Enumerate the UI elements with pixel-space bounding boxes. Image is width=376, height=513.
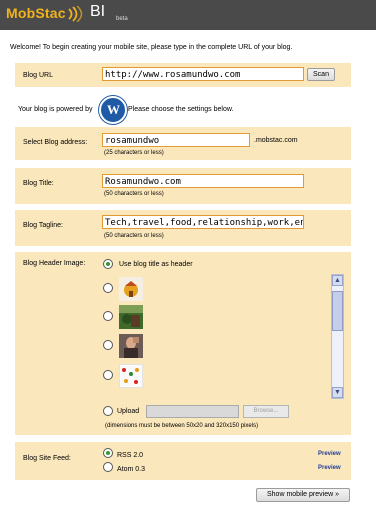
upload-label: Upload — [117, 408, 140, 415]
radio-image-3[interactable] — [103, 340, 113, 350]
title-hint: (50 characters or less) — [104, 191, 164, 197]
blog-url-label: Blog URL — [23, 72, 53, 79]
header-thumbnail-1[interactable] — [119, 277, 143, 301]
address-hint: (25 characters or less) — [104, 150, 164, 156]
blog-tagline-input[interactable]: Tech,travel,food,relationship,work,envir… — [102, 215, 304, 229]
scroll-thumb[interactable] — [332, 291, 343, 331]
preview-rss-link[interactable]: Preview — [318, 451, 341, 457]
site-feed-label: Blog Site Feed: — [23, 455, 71, 462]
powered-by-text: Your blog is powered by — [18, 106, 93, 113]
settings-instruction: Please choose the settings below. — [128, 106, 234, 113]
blog-url-input[interactable]: http://www.rosamundwo.com — [102, 67, 304, 81]
blog-tagline-row: Blog Tagline: Tech,travel,food,relations… — [15, 210, 351, 246]
wordpress-icon: W — [99, 96, 127, 124]
preview-atom-link[interactable]: Preview — [318, 465, 341, 471]
radio-rss[interactable] — [103, 448, 113, 458]
blog-title-label: Blog Title: — [23, 180, 54, 187]
blog-address-label: Select Blog address: — [23, 139, 88, 146]
blog-address-input[interactable]: rosamundwo — [102, 133, 250, 147]
radio-atom[interactable] — [103, 462, 113, 472]
radio-image-1[interactable] — [103, 283, 113, 293]
tagline-hint: (50 characters or less) — [104, 233, 164, 239]
app-header: MobStac BI beta — [0, 0, 376, 30]
domain-suffix: .mobstac.com — [254, 137, 298, 144]
header-thumbnail-2[interactable] — [119, 305, 143, 329]
signal-waves-icon — [68, 6, 83, 22]
blog-address-row: Select Blog address: rosamundwo .mobstac… — [15, 127, 351, 160]
blog-tagline-label: Blog Tagline: — [23, 222, 63, 229]
radio-image-4[interactable] — [103, 370, 113, 380]
blog-url-row: Blog URL http://www.rosamundwo.com Scan — [15, 63, 351, 87]
scan-button[interactable]: Scan — [307, 68, 335, 81]
radio-title-header[interactable] — [103, 259, 113, 269]
header-thumbnail-3[interactable] — [119, 334, 143, 358]
beta-badge: beta — [116, 16, 128, 22]
upload-file-field[interactable] — [146, 405, 239, 418]
rss-label: RSS 2.0 — [117, 452, 144, 459]
scroll-up-icon[interactable]: ▲ — [332, 275, 343, 286]
intro-text: Welcome! To begin creating your mobile s… — [10, 44, 293, 51]
radio-image-2[interactable] — [103, 311, 113, 321]
show-mobile-preview-button[interactable]: Show mobile preview » — [256, 488, 350, 502]
page-title: BI — [90, 3, 106, 20]
blog-title-row: Blog Title: Rosamundwo.com (50 character… — [15, 168, 351, 204]
title-header-option-label: Use blog title as header — [119, 261, 193, 268]
blog-title-input[interactable]: Rosamundwo.com — [102, 174, 304, 188]
scroll-down-icon[interactable]: ▼ — [332, 387, 343, 398]
radio-upload[interactable] — [103, 406, 113, 416]
site-feed-row: Blog Site Feed: — [15, 442, 351, 480]
atom-label: Atom 0.3 — [117, 466, 146, 473]
mobstac-logo: MobStac — [6, 5, 66, 21]
dimensions-hint: (dimensions must be between 50x20 and 32… — [105, 423, 259, 429]
header-thumbnail-4[interactable] — [119, 364, 143, 388]
browse-button[interactable]: Browse... — [243, 405, 289, 418]
image-list-scrollbar[interactable]: ▲ ▼ — [331, 274, 344, 399]
header-image-label: Blog Header Image: — [23, 260, 86, 267]
